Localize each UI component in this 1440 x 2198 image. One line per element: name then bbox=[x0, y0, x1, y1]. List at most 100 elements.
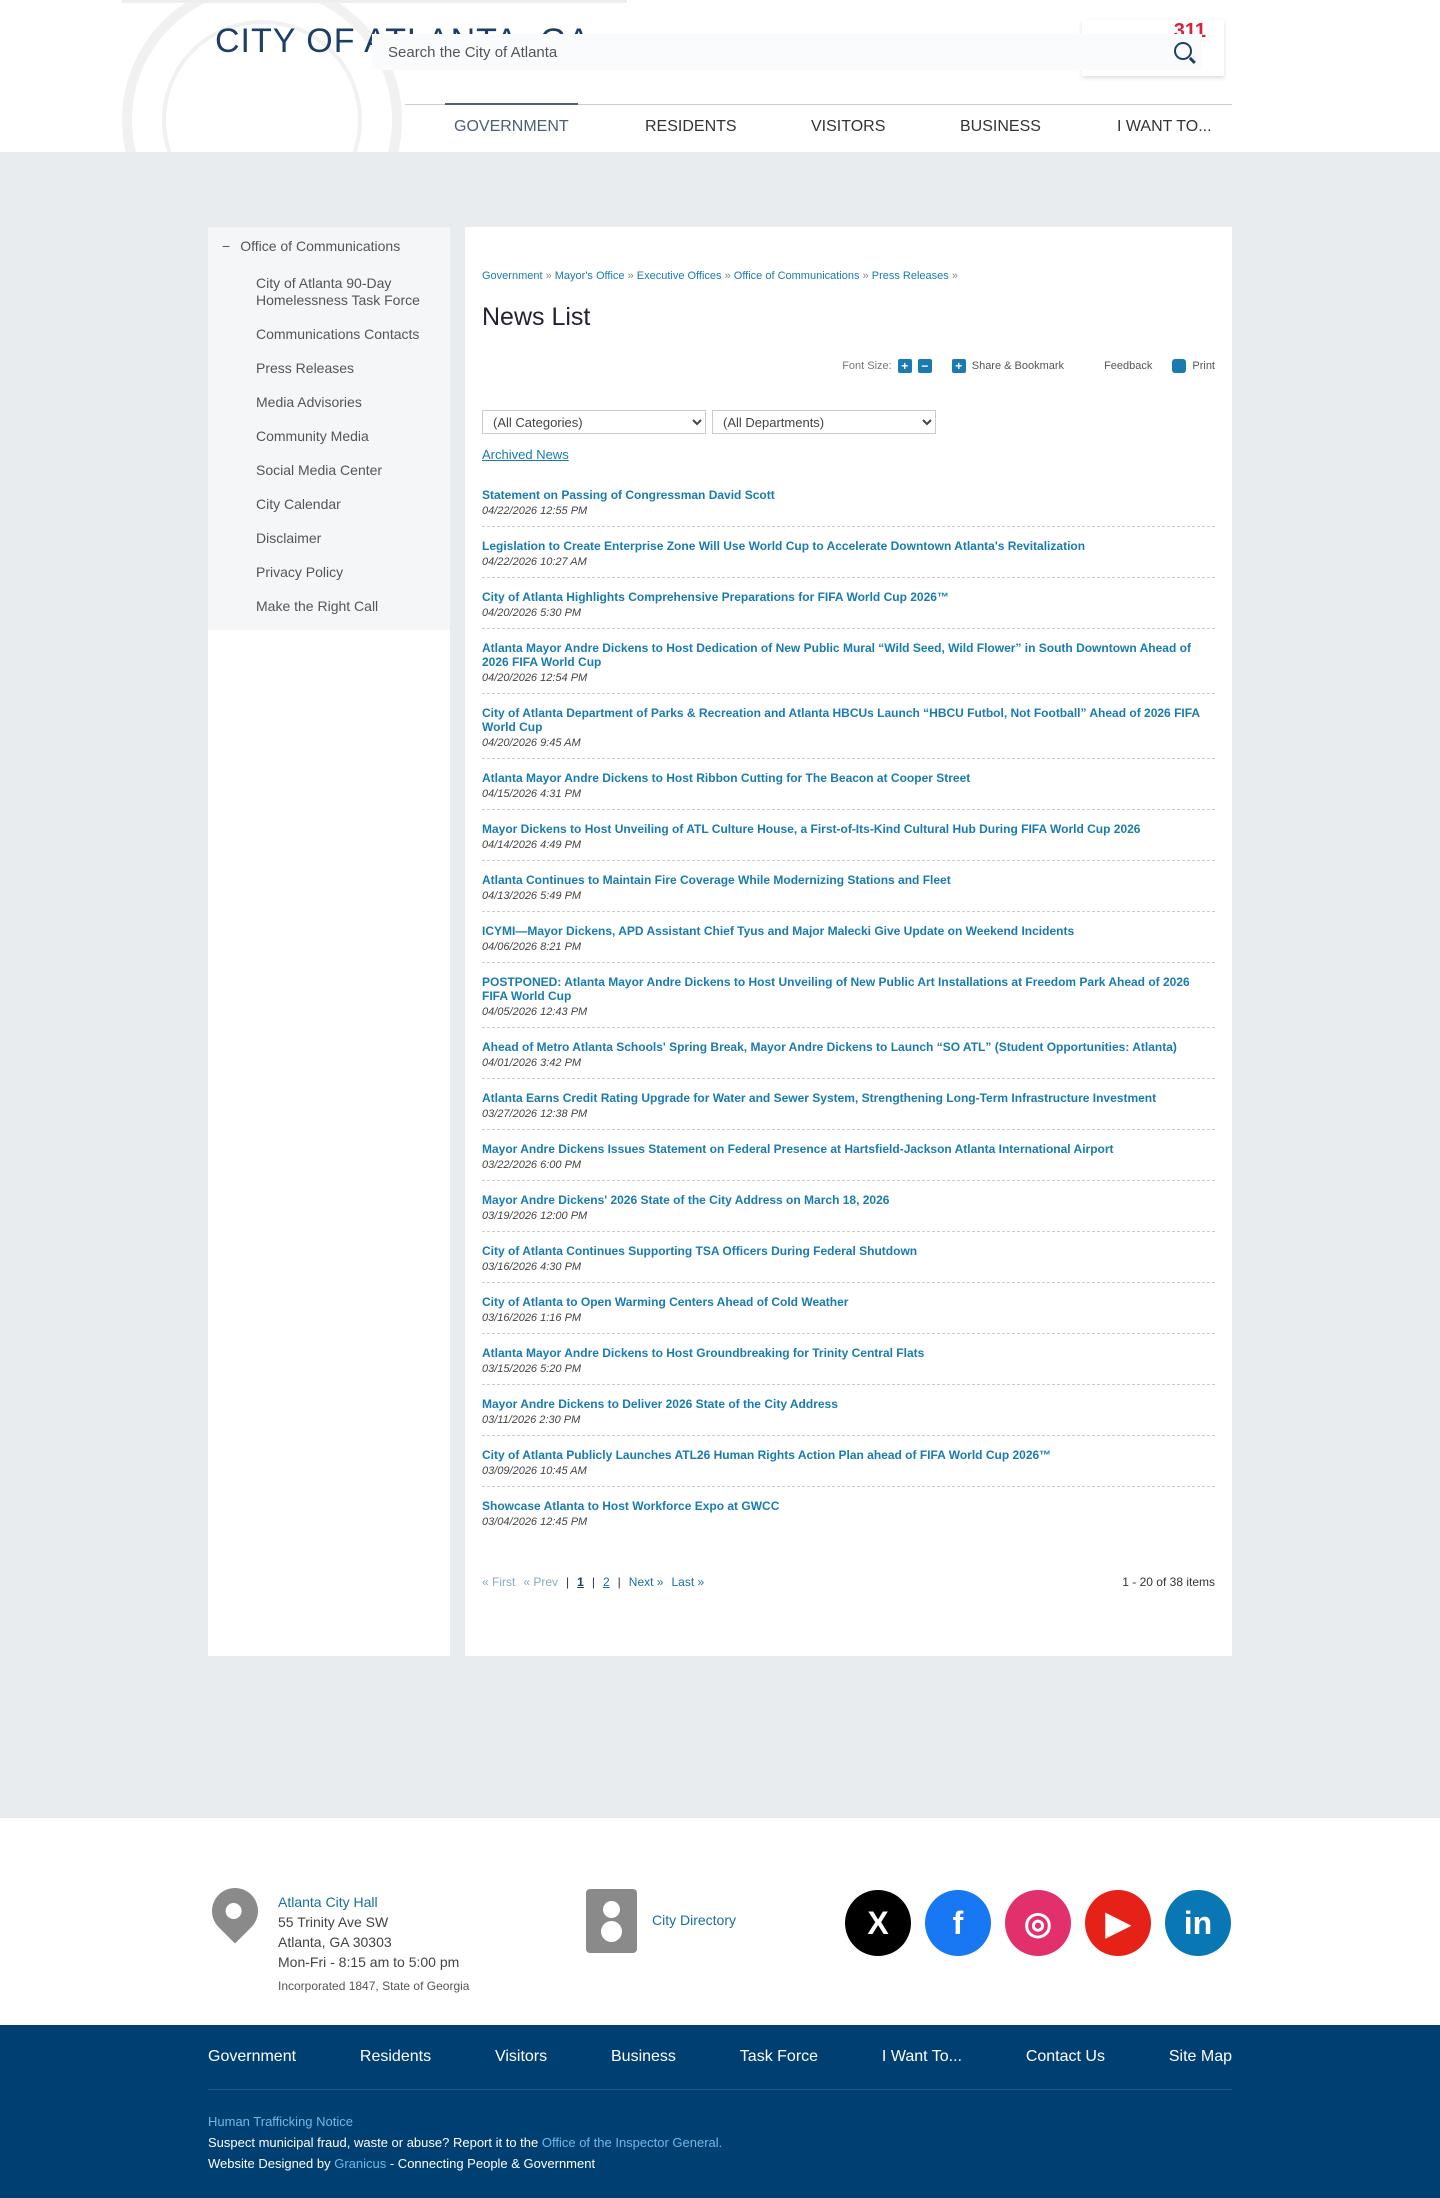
instagram-icon[interactable]: ◎ bbox=[1005, 1890, 1071, 1956]
breadcrumb-link[interactable]: Press Releases bbox=[872, 270, 949, 282]
sidebar-item[interactable]: Disclaimer bbox=[208, 522, 450, 556]
sidebar-item[interactable]: City Calendar bbox=[208, 488, 450, 522]
news-date: 03/11/2026 2:30 PM bbox=[482, 1414, 581, 1426]
list-item: Atlanta Earns Credit Rating Upgrade for … bbox=[482, 1087, 1215, 1130]
office-hours: Mon-Fri - 8:15 am to 5:00 pm bbox=[278, 1954, 460, 1970]
news-date: 03/04/2026 12:45 PM bbox=[482, 1516, 588, 1528]
granicus-link[interactable]: Granicus bbox=[334, 2156, 386, 2171]
page-title: News List bbox=[482, 303, 591, 331]
youtube-icon[interactable]: ▶ bbox=[1085, 1890, 1151, 1956]
sidebar-item[interactable]: Make the Right Call bbox=[208, 590, 450, 624]
footer-nav-link[interactable]: Business bbox=[611, 2048, 676, 2066]
inspector-general-link[interactable]: Office of the Inspector General. bbox=[542, 2135, 722, 2150]
sidebar-item[interactable]: City of Atlanta 90-Day Homelessness Task… bbox=[208, 267, 450, 318]
footer-nav-link[interactable]: Task Force bbox=[740, 2048, 818, 2066]
collapse-icon[interactable]: − bbox=[222, 238, 230, 254]
news-title-link[interactable]: Atlanta Mayor Andre Dickens to Host Ribb… bbox=[482, 771, 1215, 785]
human-trafficking-link[interactable]: Human Trafficking Notice bbox=[208, 2114, 353, 2129]
news-title-link[interactable]: Showcase Atlanta to Host Workforce Expo … bbox=[482, 1499, 1215, 1513]
share-bookmark-link[interactable]: Share & Bookmark bbox=[972, 360, 1064, 372]
news-title-link[interactable]: Mayor Andre Dickens Issues Statement on … bbox=[482, 1142, 1215, 1156]
breadcrumb-link[interactable]: Government bbox=[482, 270, 543, 282]
breadcrumb-link[interactable]: Mayor's Office bbox=[555, 270, 625, 282]
news-title-link[interactable]: Mayor Andre Dickens' 2026 State of the C… bbox=[482, 1193, 1215, 1207]
category-select[interactable]: (All Categories) bbox=[482, 410, 706, 434]
list-item: Atlanta Mayor Andre Dickens to Host Grou… bbox=[482, 1342, 1215, 1385]
x-icon[interactable]: X bbox=[845, 1890, 911, 1956]
news-title-link[interactable]: City of Atlanta Department of Parks & Re… bbox=[482, 706, 1215, 734]
news-title-link[interactable]: POSTPONED: Atlanta Mayor Andre Dickens t… bbox=[482, 975, 1215, 1003]
feedback-link[interactable]: Feedback bbox=[1104, 360, 1152, 372]
breadcrumb-link[interactable]: Office of Communications bbox=[734, 270, 860, 282]
news-title-link[interactable]: Atlanta Earns Credit Rating Upgrade for … bbox=[482, 1091, 1215, 1105]
sidebar-item[interactable]: Press Releases bbox=[208, 352, 450, 386]
address-book-icon[interactable] bbox=[586, 1889, 637, 1953]
footer-nav-link[interactable]: Contact Us bbox=[1026, 2048, 1105, 2066]
city-hall-link[interactable]: Atlanta City Hall bbox=[278, 1894, 378, 1910]
news-title-link[interactable]: Statement on Passing of Congressman Davi… bbox=[482, 488, 1215, 502]
city-directory-link[interactable]: City Directory bbox=[652, 1912, 736, 1928]
nav-government[interactable]: GOVERNMENT bbox=[445, 103, 578, 136]
nav-residents[interactable]: RESIDENTS bbox=[645, 118, 737, 136]
footer-nav-link[interactable]: Site Map bbox=[1169, 2048, 1232, 2066]
font-size-label: Font Size: bbox=[842, 360, 892, 372]
print-icon[interactable] bbox=[1172, 359, 1187, 373]
news-date: 03/15/2026 5:20 PM bbox=[482, 1363, 582, 1375]
news-title-link[interactable]: Ahead of Metro Atlanta Schools' Spring B… bbox=[482, 1040, 1215, 1054]
news-title-link[interactable]: Atlanta Mayor Andre Dickens to Host Dedi… bbox=[482, 641, 1215, 669]
font-increase-icon[interactable]: + bbox=[897, 359, 912, 373]
news-title-link[interactable]: City of Atlanta to Open Warming Centers … bbox=[482, 1295, 1215, 1309]
sidebar-item[interactable]: Privacy Policy bbox=[208, 556, 450, 590]
footer-nav-link[interactable]: Government bbox=[208, 2048, 296, 2066]
pager-last[interactable]: Last » bbox=[671, 1575, 704, 1589]
list-item: Atlanta Mayor Andre Dickens to Host Ribb… bbox=[482, 767, 1215, 810]
department-select[interactable]: (All Departments) bbox=[712, 410, 936, 434]
sidebar-item[interactable]: Community Media bbox=[208, 420, 450, 454]
pager-first[interactable]: « First bbox=[482, 1575, 515, 1589]
news-date: 04/05/2026 12:43 PM bbox=[482, 1006, 588, 1018]
news-title-link[interactable]: City of Atlanta Publicly Launches ATL26 … bbox=[482, 1448, 1215, 1462]
share-icon[interactable]: + bbox=[951, 359, 966, 373]
footer-address: Atlanta City Hall 55 Trinity Ave SW Atla… bbox=[278, 1892, 469, 1996]
search-input[interactable]: Search the City of Atlanta bbox=[372, 34, 1202, 70]
breadcrumb: Government » Mayor's Office » Executive … bbox=[482, 270, 958, 282]
news-title-link[interactable]: Legislation to Create Enterprise Zone Wi… bbox=[482, 539, 1215, 553]
list-item: POSTPONED: Atlanta Mayor Andre Dickens t… bbox=[482, 971, 1215, 1028]
list-item: Atlanta Mayor Andre Dickens to Host Dedi… bbox=[482, 637, 1215, 694]
footer-nav-link[interactable]: I Want To... bbox=[882, 2048, 962, 2066]
designed-by-text: Website Designed by bbox=[208, 2156, 335, 2171]
address-street: 55 Trinity Ave SW bbox=[278, 1914, 389, 1930]
breadcrumb-link[interactable]: Executive Offices bbox=[637, 270, 722, 282]
news-title-link[interactable]: City of Atlanta Highlights Comprehensive… bbox=[482, 590, 1215, 604]
nav-i-want-to[interactable]: I WANT TO... bbox=[1117, 118, 1212, 136]
pager-next[interactable]: Next » bbox=[629, 1575, 664, 1589]
font-decrease-icon[interactable]: − bbox=[917, 359, 932, 373]
sidebar-item[interactable]: Media Advisories bbox=[208, 386, 450, 420]
list-item: Mayor Dickens to Host Unveiling of ATL C… bbox=[482, 818, 1215, 861]
linkedin-icon[interactable]: in bbox=[1165, 1890, 1231, 1956]
footer-nav-link[interactable]: Residents bbox=[360, 2048, 431, 2066]
facebook-icon[interactable]: f bbox=[925, 1890, 991, 1956]
sidebar-heading[interactable]: − Office of Communications bbox=[208, 227, 450, 265]
pager-page-1[interactable]: 1 bbox=[577, 1575, 584, 1589]
news-title-link[interactable]: City of Atlanta Continues Supporting TSA… bbox=[482, 1244, 1215, 1258]
nav-business[interactable]: BUSINESS bbox=[960, 118, 1041, 136]
news-date: 04/20/2026 12:54 PM bbox=[482, 672, 588, 684]
archived-news-link[interactable]: Archived News bbox=[482, 447, 569, 462]
news-title-link[interactable]: ICYMI—Mayor Dickens, APD Assistant Chief… bbox=[482, 924, 1215, 938]
search-icon[interactable] bbox=[1174, 42, 1192, 60]
print-link[interactable]: Print bbox=[1192, 360, 1215, 372]
sidebar-item[interactable]: Social Media Center bbox=[208, 454, 450, 488]
fraud-text: Suspect municipal fraud, waste or abuse?… bbox=[208, 2135, 542, 2150]
footer-nav-link[interactable]: Visitors bbox=[495, 2048, 547, 2066]
pager-page-2[interactable]: 2 bbox=[603, 1575, 610, 1589]
news-date: 04/22/2026 10:27 AM bbox=[482, 556, 587, 568]
sidebar-item[interactable]: Communications Contacts bbox=[208, 318, 450, 352]
news-title-link[interactable]: Mayor Andre Dickens to Deliver 2026 Stat… bbox=[482, 1397, 1215, 1411]
news-title-link[interactable]: Atlanta Continues to Maintain Fire Cover… bbox=[482, 873, 1215, 887]
nav-visitors[interactable]: VISITORS bbox=[811, 118, 885, 136]
news-date: 04/20/2026 5:30 PM bbox=[482, 607, 582, 619]
pager-prev[interactable]: « Prev bbox=[523, 1575, 558, 1589]
news-title-link[interactable]: Mayor Dickens to Host Unveiling of ATL C… bbox=[482, 822, 1215, 836]
news-title-link[interactable]: Atlanta Mayor Andre Dickens to Host Grou… bbox=[482, 1346, 1215, 1360]
